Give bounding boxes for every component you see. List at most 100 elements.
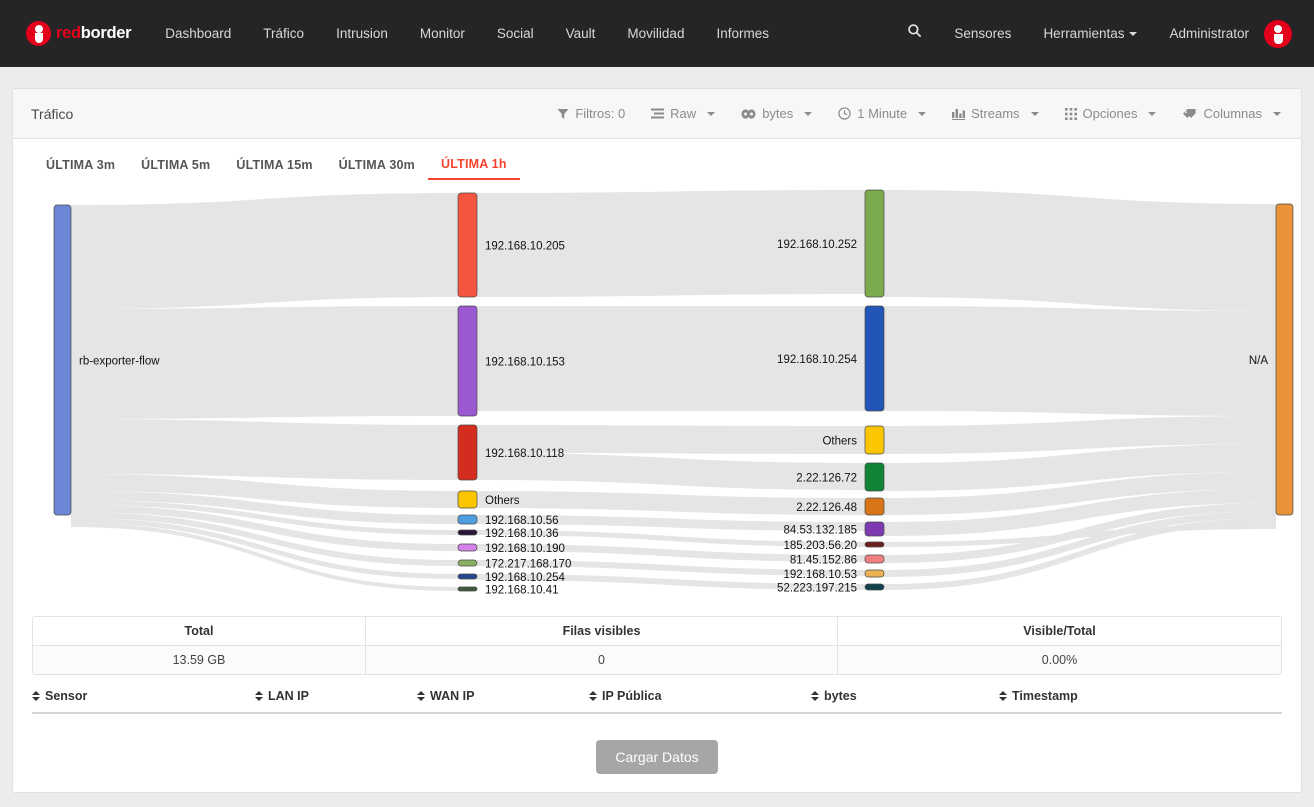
sankey-node[interactable]	[457, 490, 478, 509]
toolbar-interval-label: 1 Minute	[857, 106, 908, 121]
summary-value-total: 13.59 GB	[33, 646, 366, 674]
sankey-node-label: 192.168.10.190	[485, 543, 565, 555]
sankey-node[interactable]	[457, 514, 478, 525]
toolbar-interval[interactable]: 1 Minute	[825, 106, 939, 121]
sankey-node-label: 2.22.126.48	[796, 502, 857, 514]
column-header-timestamp[interactable]: Timestamp	[999, 689, 1078, 703]
sankey-node[interactable]	[457, 559, 478, 567]
sankey-node-label: 172.217.168.170	[485, 559, 571, 571]
nav-item-monitor[interactable]: Monitor	[404, 0, 481, 67]
sankey-node-label: rb-exporter-flow	[79, 356, 160, 368]
sankey-node-label: Others	[485, 495, 520, 507]
summary-header-visible-total: Visible/Total	[838, 617, 1281, 646]
sankey-node-label: 192.168.10.36	[485, 528, 559, 540]
sankey-node[interactable]	[53, 204, 72, 516]
brand-text-white: border	[80, 24, 132, 42]
sankey-node[interactable]	[864, 425, 885, 455]
column-header-wan-ip-label: WAN IP	[430, 689, 475, 703]
cargar-datos-button[interactable]: Cargar Datos	[596, 740, 718, 774]
column-header-lan-ip[interactable]: LAN IP	[255, 689, 417, 703]
sankey-node[interactable]	[864, 497, 885, 516]
toolbar-raw[interactable]: Raw	[638, 106, 728, 121]
summary-value-row: 13.59 GB 0 0.00%	[33, 646, 1281, 674]
sankey-node[interactable]	[457, 305, 478, 417]
nav-item-intrusion[interactable]: Intrusion	[320, 0, 404, 67]
sankey-link[interactable]	[884, 190, 1276, 311]
sankey-node-label: 185.203.56.20	[783, 540, 857, 552]
tab-ultima-3m[interactable]: ÚLTIMA 3m	[33, 158, 128, 179]
avatar[interactable]	[1264, 19, 1292, 48]
toolbar-columnas[interactable]: Columnas	[1169, 106, 1281, 121]
tab-ultima-30m[interactable]: ÚLTIMA 30m	[326, 158, 428, 179]
sort-icon	[999, 690, 1007, 702]
search-icon[interactable]	[891, 0, 938, 67]
tab-ultima-15m[interactable]: ÚLTIMA 15m	[223, 158, 325, 179]
nav-item-sensores[interactable]: Sensores	[938, 0, 1027, 67]
traffic-panel: Tráfico Filtros: 0 Raw bytes 1 Minute St…	[12, 88, 1302, 793]
sankey-link[interactable]	[71, 193, 458, 309]
sankey-node[interactable]	[457, 424, 478, 481]
nav-item-dashboard[interactable]: Dashboard	[149, 0, 247, 67]
sankey-node[interactable]	[864, 554, 885, 564]
toolbar-filtros[interactable]: Filtros: 0	[544, 106, 638, 121]
tag-icon	[1182, 108, 1197, 120]
toolbar-bytes-label: bytes	[762, 106, 794, 121]
toolbar-streams[interactable]: Streams	[939, 106, 1051, 121]
sankey-node[interactable]	[864, 521, 885, 537]
chart-bars-icon	[952, 108, 966, 120]
tab-ultima-5m[interactable]: ÚLTIMA 5m	[128, 158, 223, 179]
toolbar-opciones[interactable]: Opciones	[1052, 106, 1170, 121]
column-header-sensor[interactable]: Sensor	[32, 689, 255, 703]
sankey-node[interactable]	[864, 569, 885, 578]
raw-icon	[651, 108, 665, 120]
chevron-down-icon	[918, 111, 927, 116]
nav-item-vault[interactable]: Vault	[550, 0, 612, 67]
nav-item-informes[interactable]: Informes	[700, 0, 785, 67]
sankey-node-label: 192.168.10.153	[485, 357, 565, 369]
sankey-link[interactable]	[884, 306, 1276, 416]
column-header-wan-ip[interactable]: WAN IP	[417, 689, 589, 703]
sankey-node[interactable]	[457, 192, 478, 298]
sankey-node[interactable]	[864, 189, 885, 298]
nav-item-trafico[interactable]: Tráfico	[247, 0, 320, 67]
nav-item-administrator[interactable]: Administrator	[1153, 0, 1255, 67]
toolbar-filtros-label: Filtros: 0	[575, 106, 626, 121]
sankey-node-label: 192.168.10.254	[777, 354, 858, 366]
panel-toolbar: Filtros: 0 Raw bytes 1 Minute Streams Op…	[544, 106, 1281, 121]
tab-ultima-1h[interactable]: ÚLTIMA 1h	[427, 157, 520, 180]
sankey-node[interactable]	[457, 586, 478, 592]
sankey-node[interactable]	[457, 543, 478, 552]
sankey-node-label: N/A	[1249, 355, 1269, 367]
nav-item-herramientas-label: Herramientas	[1043, 26, 1125, 41]
sankey-node-label: 192.168.10.205	[485, 241, 565, 253]
sankey-node[interactable]	[864, 462, 885, 492]
toolbar-bytes[interactable]: bytes	[728, 106, 825, 121]
sankey-node[interactable]	[864, 541, 885, 548]
primary-nav: Dashboard Tráfico Intrusion Monitor Soci…	[149, 0, 785, 67]
panel-header: Tráfico Filtros: 0 Raw bytes 1 Minute St…	[13, 89, 1301, 139]
sort-icon	[417, 690, 425, 702]
sankey-node[interactable]	[864, 583, 885, 591]
toolbar-streams-label: Streams	[971, 106, 1020, 121]
sankey-link[interactable]	[71, 419, 458, 480]
column-header-ip-publica-label: IP Pública	[602, 689, 662, 703]
column-header-ip-publica[interactable]: IP Pública	[589, 689, 811, 703]
chevron-down-icon	[1030, 111, 1039, 116]
clock-icon	[838, 107, 851, 120]
sort-icon	[589, 690, 597, 702]
nav-item-herramientas[interactable]: Herramientas	[1027, 0, 1153, 67]
sankey-node[interactable]	[457, 573, 478, 580]
nav-item-social[interactable]: Social	[481, 0, 550, 67]
column-header-bytes[interactable]: bytes	[811, 689, 999, 703]
redborder-logo[interactable]: redborder	[26, 21, 132, 46]
sankey-node[interactable]	[457, 529, 478, 536]
data-grid-header-row: Sensor LAN IP WAN IP IP Pública bytes Ti…	[32, 689, 1282, 703]
sankey-node[interactable]	[864, 305, 885, 412]
sankey-node[interactable]	[1275, 203, 1294, 516]
sankey-node-label: 52.223.197.215	[777, 583, 857, 595]
nav-item-movilidad[interactable]: Movilidad	[611, 0, 700, 67]
toolbar-raw-label: Raw	[670, 106, 697, 121]
filter-icon	[557, 108, 569, 120]
page-title: Tráfico	[31, 105, 74, 122]
sankey-node-label: 192.168.10.252	[777, 239, 857, 251]
